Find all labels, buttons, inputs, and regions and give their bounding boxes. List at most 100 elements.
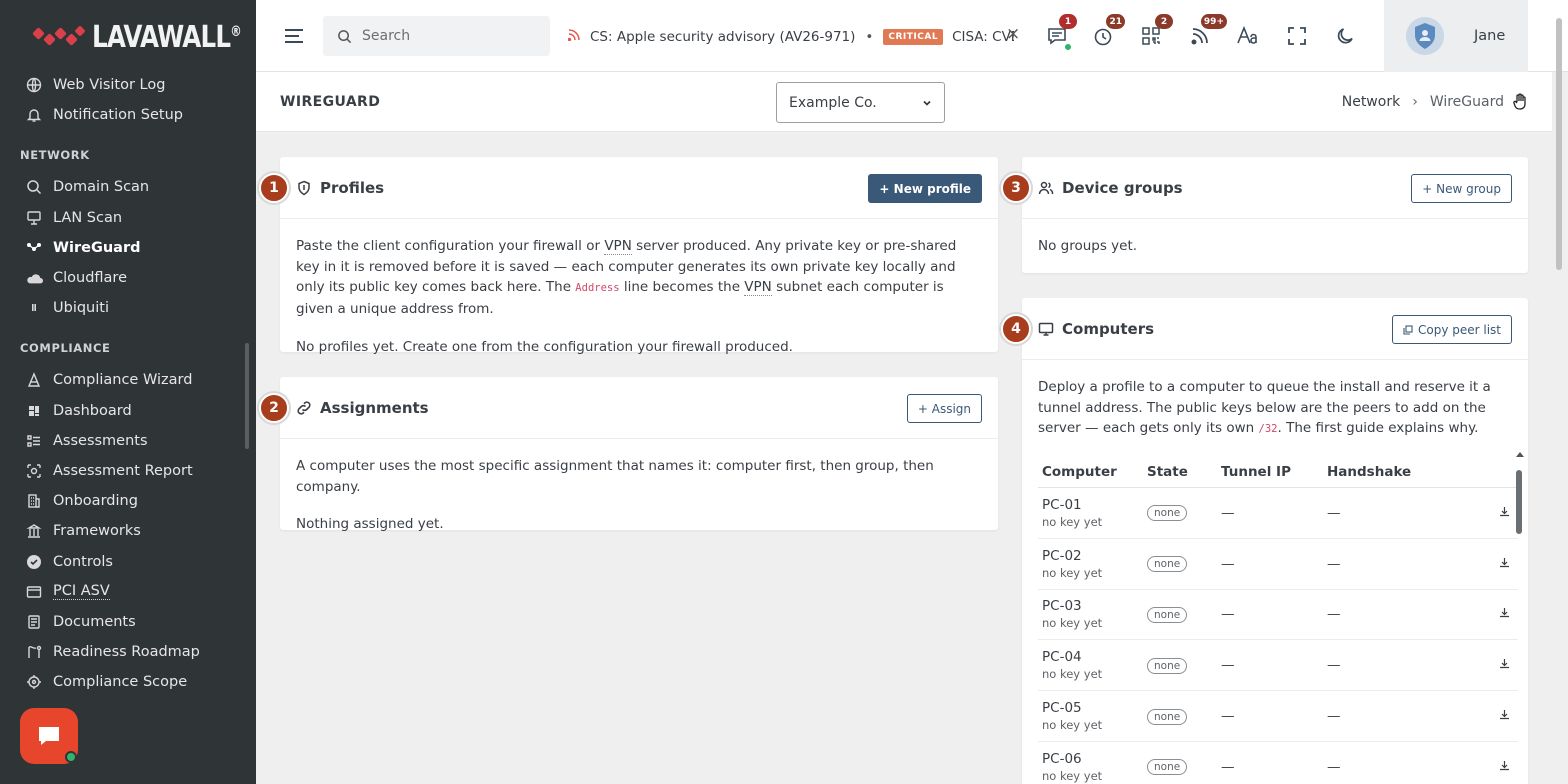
search-input[interactable]: [362, 28, 532, 44]
sidebar-item-assessment-report[interactable]: Assessment Report: [0, 456, 256, 486]
handshake-cell: —: [1327, 758, 1341, 775]
list-check-icon: [25, 432, 43, 450]
column-header-tunnel-ip[interactable]: Tunnel IP: [1221, 464, 1327, 480]
download-config-button[interactable]: [1457, 759, 1518, 775]
news-ticker[interactable]: CS: Apple security advisory (AV26-971) •…: [568, 26, 1014, 48]
sidebar-scrollbar[interactable]: [245, 343, 249, 449]
breadcrumb-current: WireGuard: [1429, 94, 1504, 110]
profiles-title: Profiles: [320, 179, 385, 197]
column-header-computer[interactable]: Computer: [1038, 464, 1147, 480]
table-row[interactable]: PC-04 no key yet none — —: [1038, 640, 1518, 692]
sidebar-item-documents[interactable]: Documents: [0, 607, 256, 637]
ticker-separator: •: [865, 29, 874, 45]
download-icon: [1500, 659, 1509, 669]
computer-key-status: no key yet: [1042, 514, 1103, 529]
breadcrumb-network-link[interactable]: Network: [1342, 94, 1400, 110]
state-cell: none: [1147, 606, 1221, 623]
sidebar-item-dashboard[interactable]: Dashboard: [0, 396, 256, 426]
lavawall-logo-icon: [32, 21, 88, 53]
hand-pointer-icon[interactable]: [1512, 93, 1530, 111]
timer-button[interactable]: 21: [1090, 14, 1125, 49]
computers-title: Computers: [1062, 320, 1155, 338]
qr-scan-button[interactable]: 2: [1138, 14, 1173, 49]
globe-icon: [25, 76, 43, 94]
sidebar-item-assessments[interactable]: Assessments: [0, 426, 256, 456]
computer-cell: PC-04 no key yet: [1038, 649, 1147, 681]
fullscreen-button[interactable]: [1284, 23, 1310, 49]
table-row[interactable]: PC-06 no key yet none — —: [1038, 742, 1518, 784]
table-row[interactable]: PC-05 no key yet none — —: [1038, 691, 1518, 742]
shield-icon: [298, 180, 310, 196]
download-icon: [1500, 710, 1509, 720]
assignments-card-header: Assignments + Assign: [280, 377, 998, 439]
search-globe-icon: [25, 178, 43, 196]
dark-mode-toggle[interactable]: [1333, 23, 1359, 49]
search-box[interactable]: [323, 16, 550, 56]
sidebar-item-cloudflare[interactable]: Cloudflare: [0, 263, 256, 293]
table-scrollbar[interactable]: [1516, 470, 1522, 534]
roadmap-icon: [25, 643, 43, 661]
computer-name: PC-06: [1042, 750, 1082, 767]
ticker-item[interactable]: CISA: CVE-202: [952, 29, 1014, 45]
sidebar-item-web-visitor-log[interactable]: Web Visitor Log: [0, 70, 256, 100]
rss-icon: [568, 29, 580, 45]
state-pill: none: [1147, 759, 1188, 776]
sidebar-item-lan-scan[interactable]: LAN Scan: [0, 203, 256, 233]
feeds-button[interactable]: 99+: [1187, 14, 1227, 49]
brand-logo[interactable]: LAVAWALL®: [32, 18, 256, 56]
columns-icon: [25, 522, 43, 540]
sidebar-item-compliance-scope[interactable]: Compliance Scope: [0, 667, 256, 697]
scroll-up-arrow-icon[interactable]: [1515, 450, 1525, 458]
table-row[interactable]: PC-02 no key yet none — —: [1038, 539, 1518, 590]
menu-toggle-button[interactable]: [282, 24, 306, 48]
user-menu[interactable]: Jane: [1384, 0, 1528, 72]
table-row[interactable]: PC-03 no key yet none — —: [1038, 590, 1518, 641]
download-icon: [1500, 760, 1509, 770]
handshake-cell: —: [1327, 657, 1341, 674]
column-header-handshake[interactable]: Handshake: [1327, 464, 1457, 480]
device-groups-card: Device groups + New group No groups yet.: [1022, 157, 1528, 273]
sidebar-item-pci-asv[interactable]: PCI ASV: [0, 577, 256, 607]
download-config-button[interactable]: [1457, 606, 1518, 622]
computer-name: PC-02: [1042, 547, 1082, 564]
profiles-card-header: Profiles + New profile: [280, 157, 998, 219]
sidebar-item-compliance-wizard[interactable]: Compliance Wizard: [0, 365, 256, 395]
chat-launcher-button[interactable]: [20, 708, 78, 764]
messages-button[interactable]: 1: [1044, 14, 1077, 51]
download-config-button[interactable]: [1457, 505, 1518, 521]
table-row[interactable]: PC-01 no key yet none — —: [1038, 488, 1518, 539]
sidebar-item-wireguard[interactable]: WireGuard: [0, 233, 256, 263]
computer-key-status: no key yet: [1042, 667, 1103, 682]
copy-peer-list-button[interactable]: Copy peer list: [1391, 315, 1512, 344]
profiles-description: Paste the client configuration your fire…: [296, 238, 957, 318]
sidebar-item-readiness-roadmap[interactable]: Readiness Roadmap: [0, 637, 256, 667]
page-scrollbar[interactable]: [1556, 18, 1562, 270]
download-icon: [1500, 557, 1509, 567]
avatar[interactable]: [1406, 17, 1444, 55]
sidebar: LAVAWALL® Web Visitor Log Notification S…: [0, 0, 256, 784]
ticker-item[interactable]: CS: Apple security advisory (AV26-971): [590, 29, 855, 45]
new-group-button[interactable]: + New group: [1411, 174, 1512, 203]
assign-button[interactable]: + Assign: [906, 394, 982, 423]
ticker-close-icon[interactable]: ×: [1006, 24, 1020, 44]
sidebar-item-controls[interactable]: Controls: [0, 546, 256, 576]
page-title: WIREGUARD: [280, 94, 381, 110]
font-size-button[interactable]: [1235, 23, 1261, 49]
building-icon: [25, 492, 43, 510]
sidebar-item-notification-setup[interactable]: Notification Setup: [0, 100, 256, 130]
sidebar-item-domain-scan[interactable]: Domain Scan: [0, 172, 256, 202]
column-header-state[interactable]: State: [1147, 464, 1221, 480]
computers-card-header: Computers Copy peer list: [1022, 298, 1528, 360]
new-profile-button[interactable]: + New profile: [868, 174, 982, 203]
company-select[interactable]: Example Co.: [776, 82, 945, 123]
assignments-card: Assignments + Assign A computer uses the…: [280, 377, 998, 532]
sidebar-item-ubiquiti[interactable]: Ubiquiti: [0, 293, 256, 323]
section-network-heading: NETWORK: [20, 148, 90, 163]
download-config-button[interactable]: [1457, 556, 1518, 572]
chat-bubble-icon: [39, 727, 59, 745]
sidebar-item-onboarding[interactable]: Onboarding: [0, 486, 256, 516]
computers-table-body: PC-01 no key yet none — — PC-02 no key yet none…: [1038, 488, 1518, 784]
download-config-button[interactable]: [1457, 708, 1518, 724]
download-config-button[interactable]: [1457, 657, 1518, 673]
sidebar-item-frameworks[interactable]: Frameworks: [0, 516, 256, 546]
